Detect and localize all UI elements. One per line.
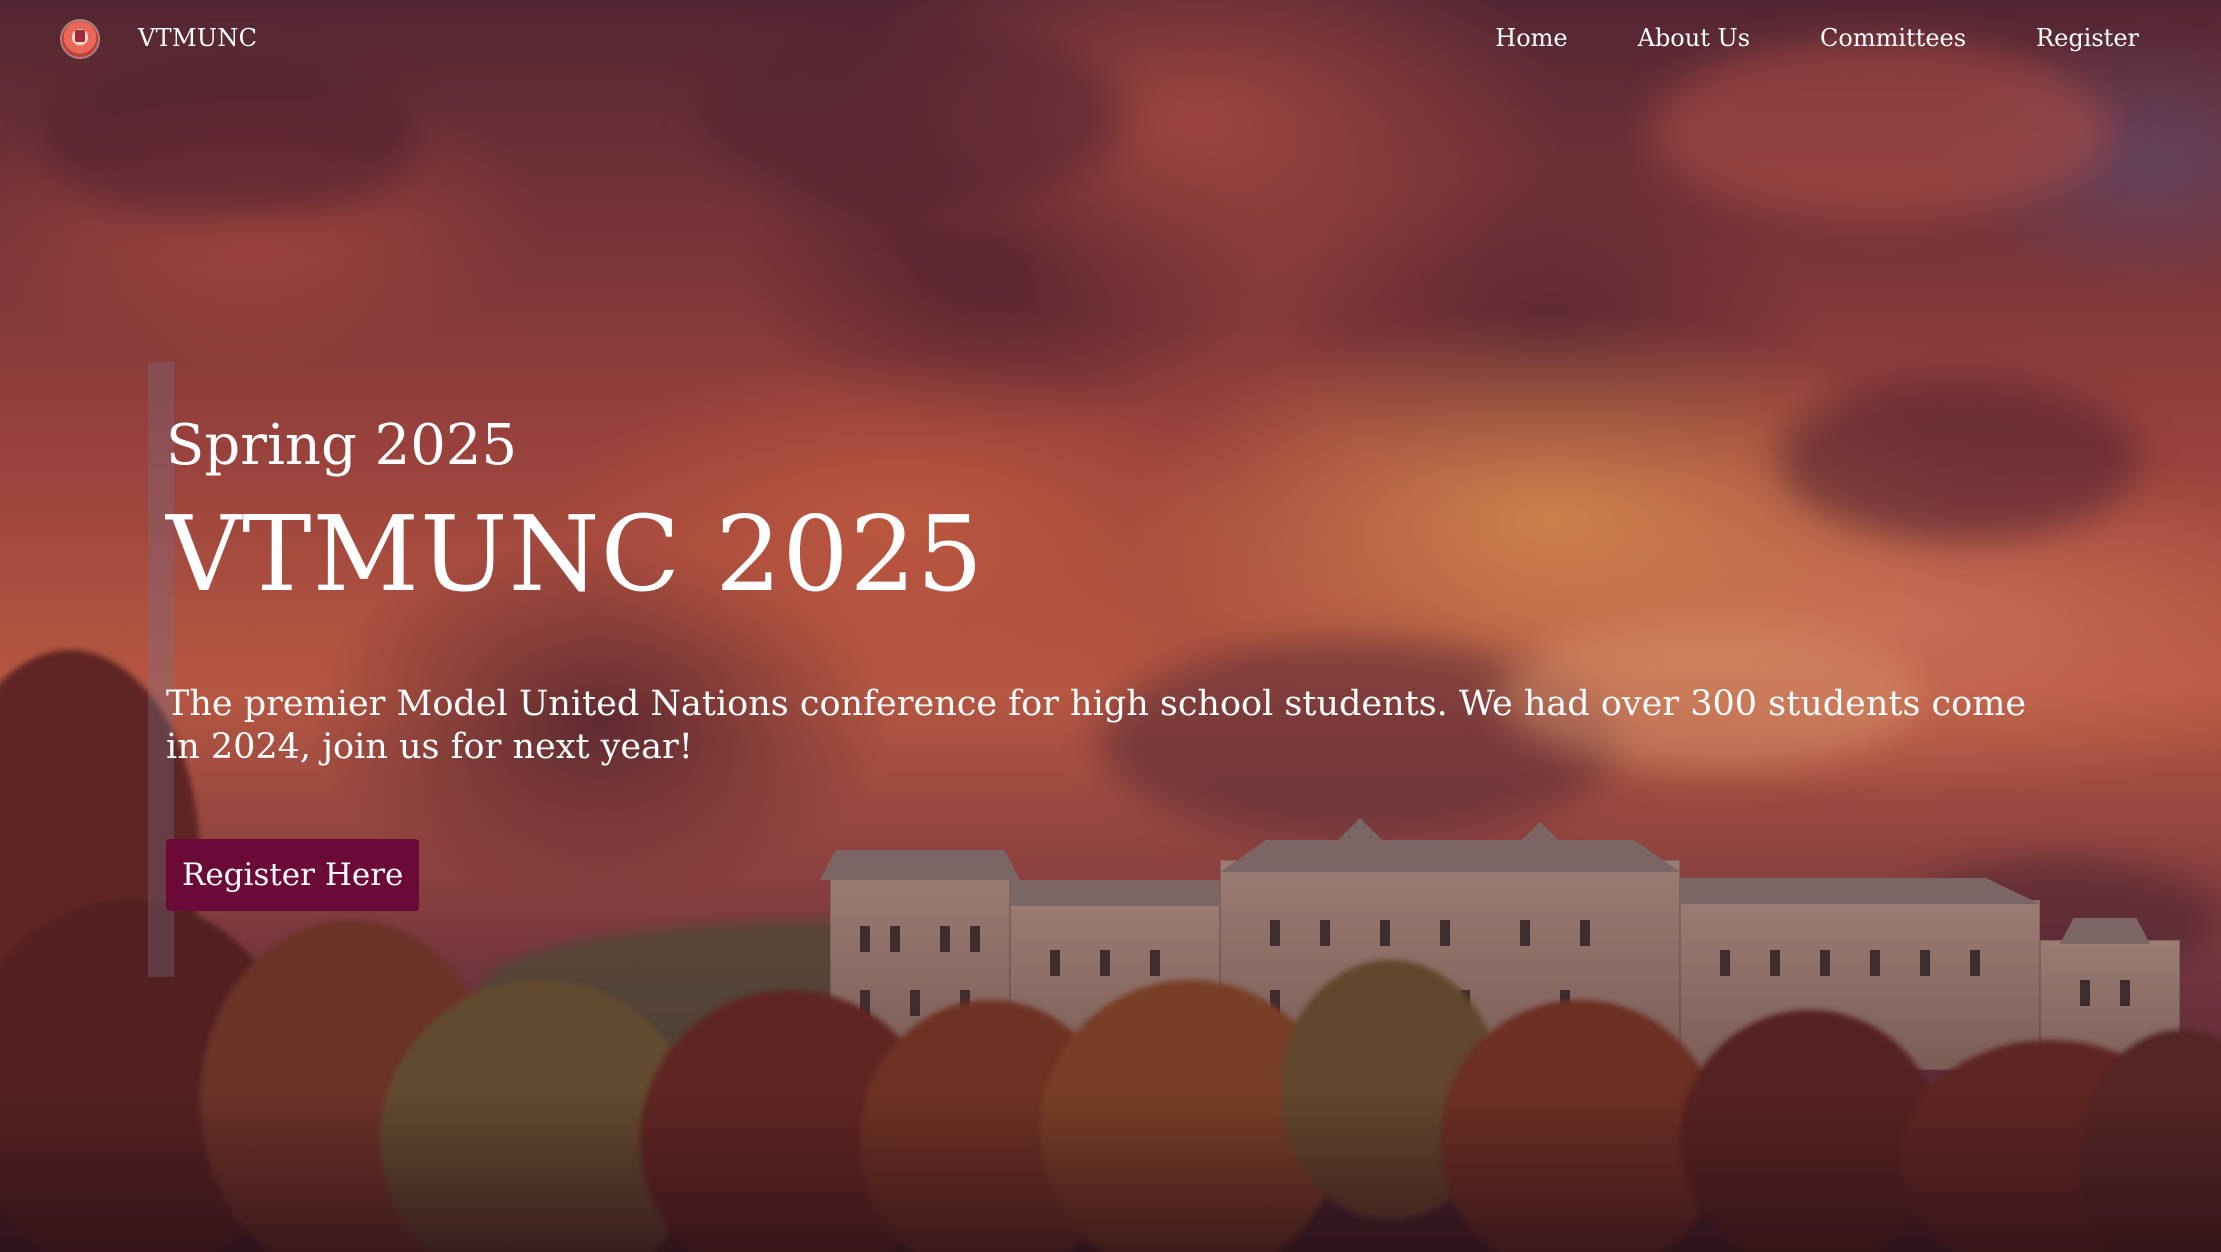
register-here-button[interactable]: Register Here [166, 838, 420, 911]
landing-page: VTMUNC Home About Us Committees Register… [0, 0, 2221, 1252]
nav-link-home[interactable]: Home [1495, 24, 1567, 52]
hero-title: VTMUNC 2025 [166, 492, 984, 615]
vtmunc-logo-icon[interactable] [62, 21, 98, 57]
nav-link-committees[interactable]: Committees [1820, 24, 1966, 52]
hero-description: The premier Model United Nations confere… [166, 683, 2027, 767]
nav-links: Home About Us Committees Register [1495, 24, 2139, 52]
nav-link-about-us[interactable]: About Us [1638, 24, 1750, 52]
top-navbar: VTMUNC Home About Us Committees Register [0, 0, 2221, 80]
brand-name[interactable]: VTMUNC [138, 24, 257, 52]
hero-section: Spring 2025 VTMUNC 2025 The premier Mode… [166, 415, 2066, 911]
hero-subtitle: Spring 2025 [166, 413, 518, 478]
nav-link-register[interactable]: Register [2036, 24, 2139, 52]
